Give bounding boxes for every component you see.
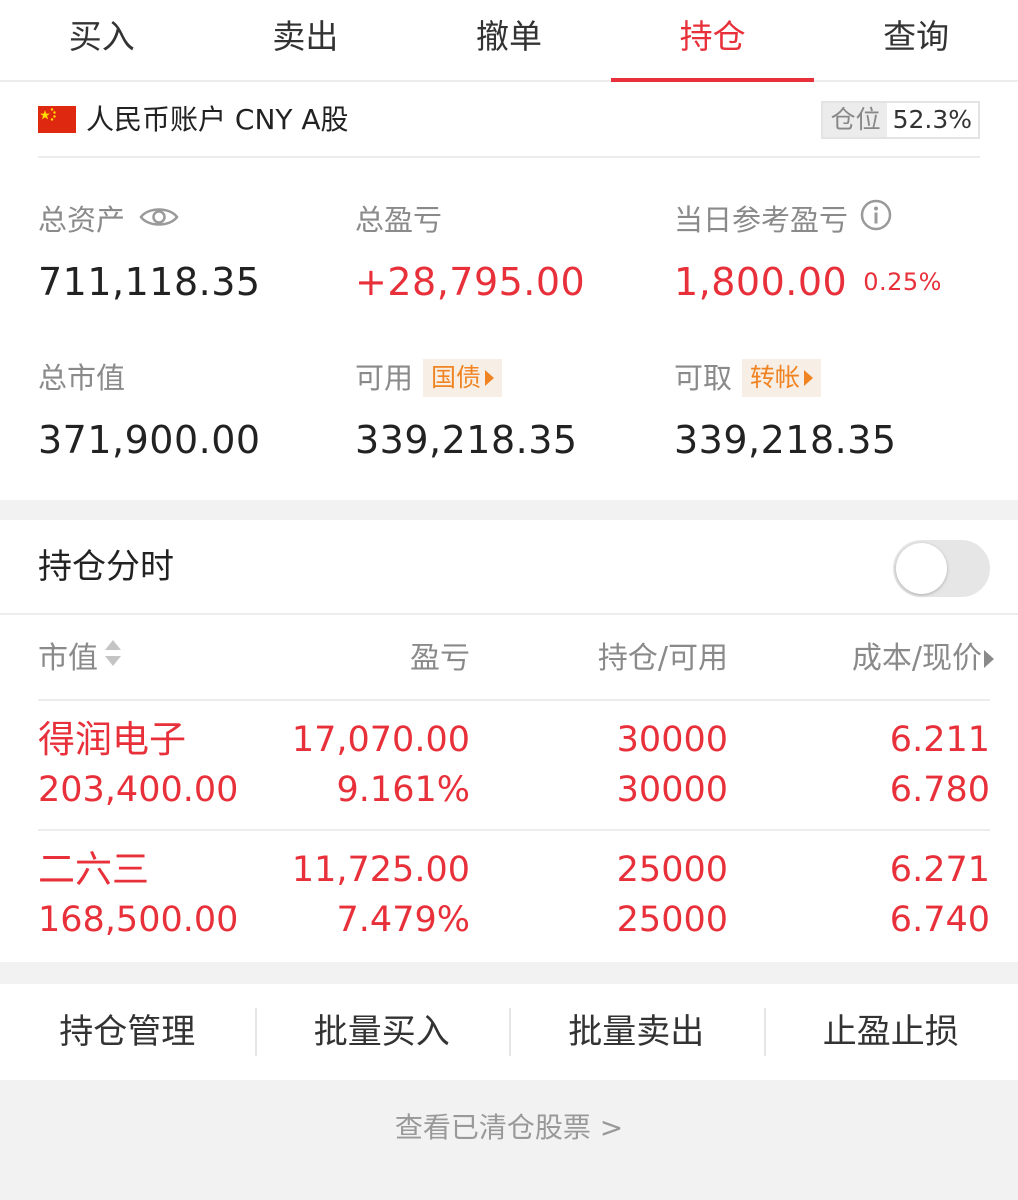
- toggle-knob: [896, 543, 947, 594]
- market-value-value: 371,900.00: [38, 418, 261, 462]
- position-label: 仓位: [822, 103, 887, 137]
- header-holding-available: 持仓/可用: [597, 641, 728, 676]
- header-market-value[interactable]: 市值: [38, 617, 122, 701]
- today-pnl-cell: 当日参考盈亏 1,800.00 0.25%: [674, 199, 994, 306]
- total-pnl-cell: 总盈亏 +28,795.00: [355, 200, 675, 306]
- tab-cancel-order[interactable]: 撤单: [407, 0, 611, 80]
- stock-name: 得润电子: [38, 718, 186, 761]
- total-assets-value: 711,118.35: [38, 260, 261, 304]
- stock-price: 6.780: [889, 770, 990, 810]
- stock-holding: 25000: [616, 850, 728, 890]
- withdrawable-value: 339,218.35: [674, 418, 897, 462]
- position-value: 52.3%: [886, 103, 978, 137]
- eye-icon[interactable]: [139, 200, 179, 240]
- tab-query[interactable]: 查询: [814, 0, 1018, 80]
- view-cleared-stocks-link[interactable]: 查看已清仓股票 >: [0, 1108, 1018, 1148]
- market-value-cell: 总市值 371,900.00: [38, 358, 358, 464]
- action-bar: 持仓管理 批量买入 批量卖出 止盈止损: [0, 984, 1018, 1080]
- china-flag-icon: [38, 106, 76, 133]
- stock-market-value: 203,400.00: [38, 770, 239, 810]
- holding-timeshare-label: 持仓分时: [38, 547, 174, 587]
- stock-cost: 6.211: [889, 720, 990, 760]
- stock-cost: 6.271: [889, 850, 990, 890]
- stock-market-value: 168,500.00: [38, 900, 239, 940]
- available-label: 可用: [355, 361, 414, 395]
- section-divider: [0, 962, 1018, 984]
- tab-sell[interactable]: 卖出: [204, 0, 408, 80]
- stock-available: 30000: [616, 770, 728, 810]
- withdrawable-label: 可取: [674, 361, 733, 395]
- treasury-bond-button[interactable]: 国债: [423, 359, 503, 397]
- stock-name: 二六三: [38, 848, 149, 891]
- header-market-value-label: 市值: [38, 641, 98, 676]
- available-value: 339,218.35: [355, 418, 578, 462]
- today-pnl-percent: 0.25%: [863, 268, 942, 296]
- holding-management-button[interactable]: 持仓管理: [0, 984, 255, 1080]
- batch-buy-button[interactable]: 批量买入: [254, 984, 510, 1080]
- account-name: 人民币账户 CNY A股: [86, 103, 349, 136]
- today-pnl-label: 当日参考盈亏: [674, 203, 849, 237]
- stock-holding: 30000: [616, 720, 728, 760]
- stock-pnl-percent: 9.161%: [336, 770, 470, 810]
- account-header: 人民币账户 CNY A股 仓位 52.3%: [38, 100, 980, 158]
- info-icon[interactable]: [860, 199, 892, 241]
- header-cost-price[interactable]: 成本/现价: [852, 617, 994, 701]
- footer: 查看已清仓股票 >: [0, 1080, 1018, 1200]
- tab-buy[interactable]: 买入: [0, 0, 204, 80]
- section-divider: [0, 500, 1018, 520]
- withdrawable-cell: 可取 转帐 339,218.35: [674, 358, 994, 464]
- stock-price: 6.740: [889, 900, 990, 940]
- triangle-right-icon: [485, 370, 495, 386]
- treasury-bond-label: 国债: [431, 363, 482, 392]
- table-row[interactable]: 二六三 168,500.00 11,725.00 7.479% 25000 25…: [38, 831, 990, 961]
- holdings-table-header: 市值 盈亏 持仓/可用 成本/现价: [38, 617, 994, 701]
- header-pnl: 盈亏: [410, 641, 470, 676]
- available-cell: 可用 国债 339,218.35: [355, 358, 675, 464]
- stock-available: 25000: [616, 900, 728, 940]
- holding-timeshare-row: 持仓分时: [0, 520, 1018, 615]
- table-row[interactable]: 得润电子 203,400.00 17,070.00 9.161% 30000 3…: [38, 701, 990, 831]
- total-assets-cell: 总资产 711,118.35: [38, 200, 358, 306]
- triangle-right-icon: [804, 370, 814, 386]
- position-ratio-badge: 仓位 52.3%: [820, 101, 980, 139]
- asset-summary: 总资产 711,118.35 总盈亏 +28,795.00 当日参考盈亏 1,8…: [0, 160, 1018, 500]
- market-value-label: 总市值: [38, 361, 126, 395]
- sort-icon[interactable]: [104, 617, 122, 701]
- total-pnl-label: 总盈亏: [355, 203, 443, 237]
- header-cost-price-label: 成本/现价: [851, 641, 982, 676]
- total-pnl-value: +28,795.00: [355, 260, 586, 304]
- batch-sell-button[interactable]: 批量卖出: [509, 984, 764, 1080]
- take-profit-stop-loss-button[interactable]: 止盈止损: [763, 984, 1018, 1080]
- chevron-right-icon: [984, 650, 994, 668]
- holding-timeshare-toggle[interactable]: [893, 540, 990, 597]
- stock-pnl: 17,070.00: [291, 720, 470, 760]
- today-pnl-value: 1,800.00: [674, 260, 848, 304]
- top-tab-bar: 买入 卖出 撤单 持仓 查询: [0, 0, 1018, 82]
- tab-holdings[interactable]: 持仓: [610, 0, 815, 82]
- stock-pnl: 11,725.00: [291, 850, 470, 890]
- transfer-label: 转帐: [750, 363, 801, 392]
- stock-pnl-percent: 7.479%: [336, 900, 470, 940]
- transfer-button[interactable]: 转帐: [742, 359, 822, 397]
- total-assets-label: 总资产: [38, 203, 126, 237]
